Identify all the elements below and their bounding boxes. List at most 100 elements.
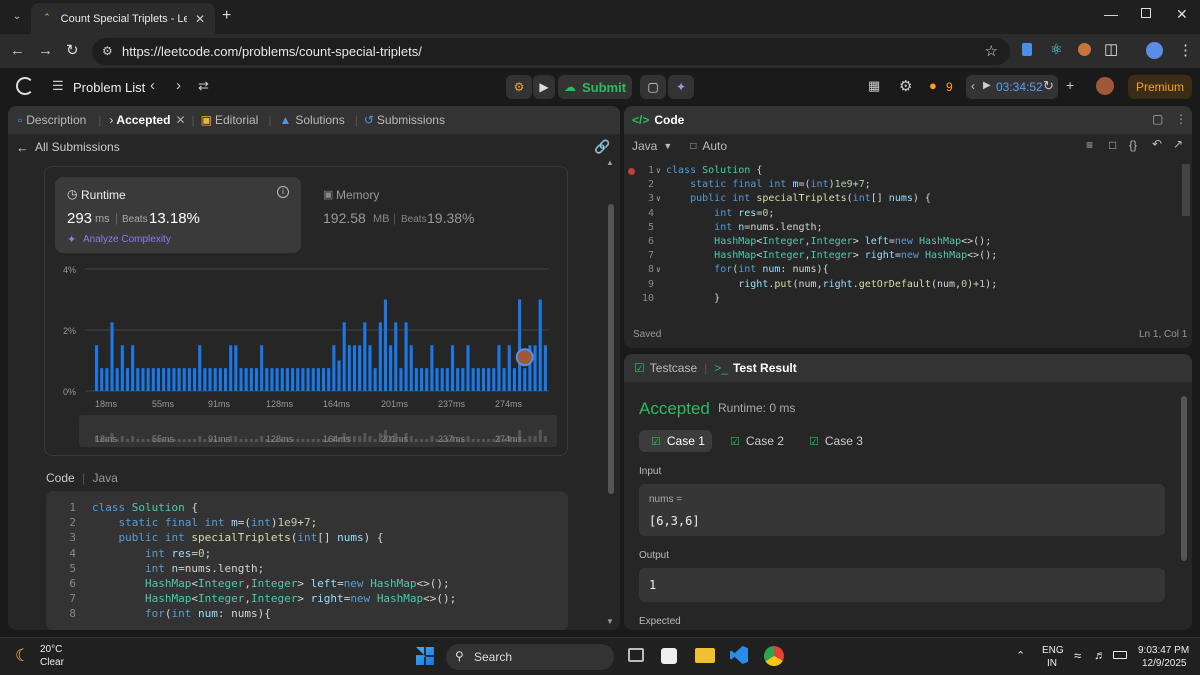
battery-icon[interactable] [1113, 651, 1127, 659]
runtime-bar[interactable] [373, 368, 377, 391]
runtime-bar[interactable] [466, 345, 470, 391]
auto-label[interactable]: Auto [702, 139, 727, 153]
runtime-bar[interactable] [543, 345, 547, 391]
windows-start-icon[interactable] [416, 647, 434, 665]
runtime-bar[interactable] [105, 368, 109, 391]
streak-fire-icon[interactable]: ● [929, 78, 937, 93]
runtime-bar[interactable] [100, 368, 104, 391]
tray-chevron-icon[interactable]: ⌃ [1016, 649, 1025, 662]
runtime-bar[interactable] [182, 368, 186, 391]
shuffle-icon[interactable]: ⇄ [198, 78, 209, 94]
reset-icon[interactable]: ↶ [1152, 137, 1162, 151]
extensions-puzzle-icon[interactable]: ◫ [1104, 40, 1118, 58]
tab-accepted[interactable]: Accepted [116, 113, 170, 127]
runtime-bar[interactable] [327, 368, 331, 391]
editor-code[interactable]: 1 ∨ class Solution {2 static final int m=(… [624, 164, 1180, 314]
format-icon[interactable]: ≡ [1086, 138, 1093, 152]
tab-testcase[interactable]: Testcase [650, 361, 697, 375]
runtime-bar[interactable] [404, 322, 408, 391]
extension-react-icon[interactable]: ⚛ [1050, 41, 1063, 58]
scroll-up-icon[interactable]: ▲ [606, 158, 614, 167]
runtime-bar[interactable] [311, 368, 315, 391]
file-explorer-icon[interactable] [695, 648, 715, 663]
scrollbar[interactable] [608, 204, 614, 494]
runtime-bar[interactable] [162, 368, 166, 391]
runtime-bar[interactable] [172, 368, 176, 391]
runtime-bar[interactable] [322, 368, 326, 391]
extension-doc-icon[interactable] [1022, 43, 1032, 56]
runtime-bar[interactable] [306, 368, 310, 391]
notes-button[interactable]: ▢ [640, 75, 666, 99]
runtime-bar[interactable] [193, 368, 197, 391]
fold-chevron-icon[interactable] [656, 292, 666, 306]
more-icon[interactable]: ⋮ [1175, 112, 1187, 126]
runtime-bar[interactable] [260, 345, 264, 391]
close-tab-icon[interactable]: ✕ [195, 12, 205, 26]
runtime-bar[interactable] [394, 322, 398, 391]
runtime-bar[interactable] [208, 368, 212, 391]
your-submission-marker[interactable] [515, 348, 534, 367]
runtime-bar[interactable] [399, 368, 403, 391]
runtime-bar[interactable] [440, 368, 444, 391]
premium-button[interactable]: Premium [1128, 75, 1192, 99]
tab-editorial[interactable]: Editorial [215, 113, 258, 127]
runtime-bar[interactable] [141, 368, 145, 391]
restore-icon[interactable] [1141, 8, 1151, 18]
analyze-complexity-link[interactable]: Analyze Complexity [83, 234, 171, 245]
prev-problem-icon[interactable]: ‹ [150, 77, 155, 94]
volume-icon[interactable]: ♬ [1094, 648, 1106, 662]
back-row[interactable]: ← All Submissions [16, 138, 120, 156]
submit-button[interactable]: ☁ Submit [558, 75, 632, 99]
runtime-bar[interactable] [512, 368, 516, 391]
bookmark-star-icon[interactable]: ☆ [985, 42, 998, 60]
runtime-bar[interactable] [151, 368, 155, 391]
runtime-bar[interactable] [301, 368, 305, 391]
back-arrow-icon[interactable]: ← [10, 42, 25, 59]
fold-chevron-icon[interactable] [656, 178, 666, 192]
braces-icon[interactable]: {} [1129, 138, 1137, 152]
result-scrollbar[interactable] [1181, 396, 1187, 561]
runtime-bar[interactable] [198, 345, 202, 391]
runtime-bar[interactable] [156, 368, 161, 391]
taskbar-search[interactable]: ⚲ Search [446, 644, 614, 670]
problem-list-link[interactable]: Problem List [73, 80, 145, 95]
fold-chevron-icon[interactable] [656, 207, 666, 221]
runtime-bar[interactable] [275, 368, 279, 391]
runtime-bar[interactable] [347, 345, 351, 391]
runtime-bar[interactable] [125, 368, 130, 391]
profile-avatar-icon[interactable] [1146, 42, 1163, 59]
runtime-bar[interactable] [270, 368, 274, 391]
settings-gear-icon[interactable]: ⚙ [899, 77, 912, 95]
timer-collapse-icon[interactable]: ‹ [971, 79, 975, 93]
browser-tab[interactable]: ˆ Count Special Triplets - LeetCode ✕ [31, 3, 215, 34]
input-region[interactable]: IN [1047, 658, 1057, 669]
extension-cookie-icon[interactable] [1078, 43, 1091, 56]
runtime-bar[interactable] [383, 299, 388, 392]
run-button[interactable]: ▶ [533, 75, 555, 99]
runtime-bar[interactable] [435, 368, 439, 391]
runtime-bar[interactable] [378, 322, 382, 391]
fold-chevron-icon[interactable]: ∨ [656, 192, 666, 206]
tab-description[interactable]: Description [26, 113, 86, 127]
layout-grid-icon[interactable]: ▦ [868, 78, 880, 94]
runtime-bar[interactable] [110, 322, 114, 391]
runtime-bar[interactable] [280, 368, 284, 391]
runtime-card[interactable]: ◷ Runtime i 293 ms | Beats 13.18% ✦ Anal… [55, 177, 301, 253]
runtime-bar[interactable] [234, 345, 238, 391]
runtime-bar[interactable] [487, 368, 491, 391]
maximize-icon[interactable]: ▢ [1152, 112, 1163, 126]
app-icon[interactable] [661, 648, 677, 664]
runtime-bar[interactable] [291, 368, 295, 391]
runtime-bar[interactable] [213, 368, 217, 391]
fold-chevron-icon[interactable] [656, 249, 666, 263]
case-3-button[interactable]: ☑ Case 3 [799, 430, 872, 452]
clock-date[interactable]: 12/9/2025 [1142, 658, 1187, 669]
timer-play-icon[interactable]: ▶ [983, 80, 991, 91]
runtime-bar[interactable] [476, 368, 480, 391]
runtime-bar[interactable] [445, 368, 449, 391]
runtime-bar[interactable] [502, 368, 506, 391]
runtime-bar[interactable] [131, 345, 135, 391]
runtime-bar[interactable] [316, 368, 320, 391]
runtime-bar[interactable] [146, 368, 150, 391]
runtime-bar[interactable] [456, 368, 460, 391]
